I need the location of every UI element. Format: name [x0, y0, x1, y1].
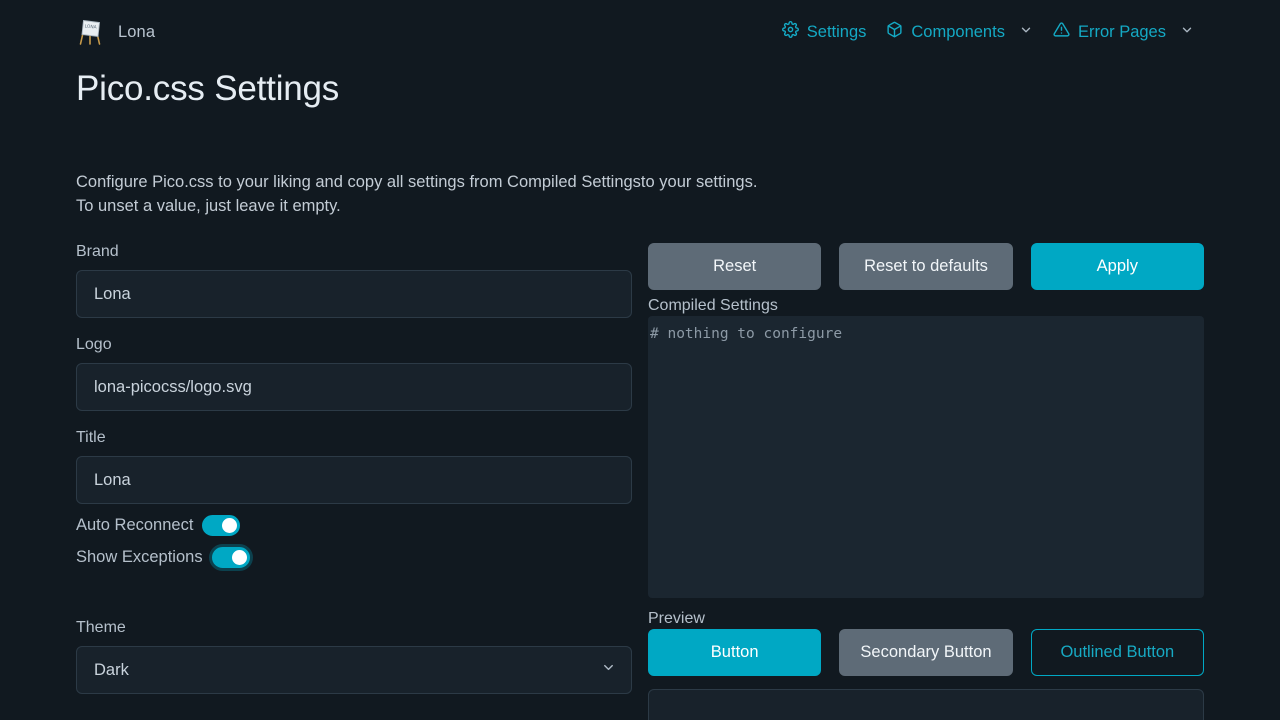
- compiled-settings-textarea[interactable]: # nothing to configure: [648, 316, 1204, 598]
- top-navigation: LONA Lona Settings Components Error Page…: [0, 0, 1280, 64]
- brand-home-link[interactable]: LONA Lona: [76, 17, 155, 47]
- theme-select[interactable]: Dark: [76, 646, 632, 694]
- action-buttons: Reset Reset to defaults Apply: [648, 243, 1204, 290]
- warning-triangle-icon: [1053, 21, 1070, 43]
- apply-button[interactable]: Apply: [1030, 243, 1204, 290]
- settings-columns: Brand Logo Title Auto Reconnect Show: [76, 243, 1204, 720]
- nav-components-dropdown-toggle[interactable]: [1015, 17, 1043, 48]
- preview-secondary-button[interactable]: Secondary Button: [839, 629, 1013, 676]
- intro-line-2: To unset a value, just leave it empty.: [76, 197, 341, 215]
- field-title: Title: [76, 429, 632, 504]
- brand-input[interactable]: [76, 270, 632, 318]
- page-body: Pico.css Settings Configure Pico.css to …: [0, 68, 1280, 720]
- switch-knob: [222, 518, 238, 533]
- field-logo-label: Logo: [76, 336, 112, 353]
- preview-text-input[interactable]: [648, 689, 1204, 720]
- chevron-down-icon: [1019, 23, 1033, 42]
- switch-show-exceptions-label[interactable]: Show Exceptions: [76, 548, 203, 567]
- switch-knob: [231, 550, 247, 565]
- page-title: Pico.css Settings: [76, 69, 340, 108]
- nav-links: Settings Components Error Pages: [772, 15, 1204, 49]
- theme-select-wrap: Dark: [76, 646, 632, 694]
- nav-item-settings[interactable]: Settings: [772, 15, 877, 49]
- preview-primary-button[interactable]: Button: [648, 629, 822, 676]
- cube-package-icon: [886, 21, 903, 43]
- intro-line-1: Configure Pico.css to your liking and co…: [76, 173, 758, 191]
- switch-auto-reconnect[interactable]: [202, 515, 241, 536]
- nav-item-components-label: Components: [911, 22, 1005, 41]
- preview-buttons: Button Secondary Button Outlined Button: [648, 629, 1204, 676]
- field-theme: Theme Dark: [76, 619, 632, 694]
- nav-item-components[interactable]: Components: [876, 15, 1015, 49]
- reset-to-defaults-button[interactable]: Reset to defaults: [839, 243, 1013, 290]
- field-title-label: Title: [76, 429, 106, 446]
- preview-outlined-button[interactable]: Outlined Button: [1030, 629, 1204, 676]
- nav-item-error-pages[interactable]: Error Pages: [1043, 15, 1176, 49]
- theme-select-value: Dark: [94, 660, 129, 679]
- switch-show-exceptions[interactable]: [211, 547, 250, 568]
- easel-canvas-logo-icon: LONA: [76, 17, 106, 47]
- title-input[interactable]: [76, 456, 632, 504]
- compiled-settings-label: Compiled Settings: [648, 297, 778, 314]
- intro-text: Configure Pico.css to your liking and co…: [76, 170, 1204, 218]
- nav-item-error-pages-label: Error Pages: [1077, 22, 1166, 41]
- logo-input[interactable]: [76, 363, 632, 411]
- reset-button[interactable]: Reset: [648, 243, 822, 290]
- switch-row-show-exceptions: Show Exceptions: [76, 547, 632, 568]
- field-brand: Brand: [76, 243, 632, 318]
- field-brand-label: Brand: [76, 243, 119, 260]
- switch-auto-reconnect-label[interactable]: Auto Reconnect: [76, 516, 193, 535]
- switch-row-auto-reconnect: Auto Reconnect: [76, 515, 632, 536]
- settings-form-column: Brand Logo Title Auto Reconnect Show: [76, 243, 632, 720]
- gear-icon: [781, 21, 799, 43]
- field-theme-label: Theme: [76, 619, 126, 636]
- chevron-down-icon: [1180, 23, 1194, 42]
- svg-text:LONA: LONA: [84, 23, 97, 30]
- preview-label: Preview: [648, 610, 705, 627]
- brand-label: Lona: [118, 22, 156, 41]
- field-logo: Logo: [76, 336, 632, 411]
- settings-output-column: Reset Reset to defaults Apply Compiled S…: [648, 243, 1204, 720]
- nav-item-settings-label: Settings: [806, 22, 867, 41]
- nav-error-pages-dropdown-toggle[interactable]: [1176, 17, 1204, 48]
